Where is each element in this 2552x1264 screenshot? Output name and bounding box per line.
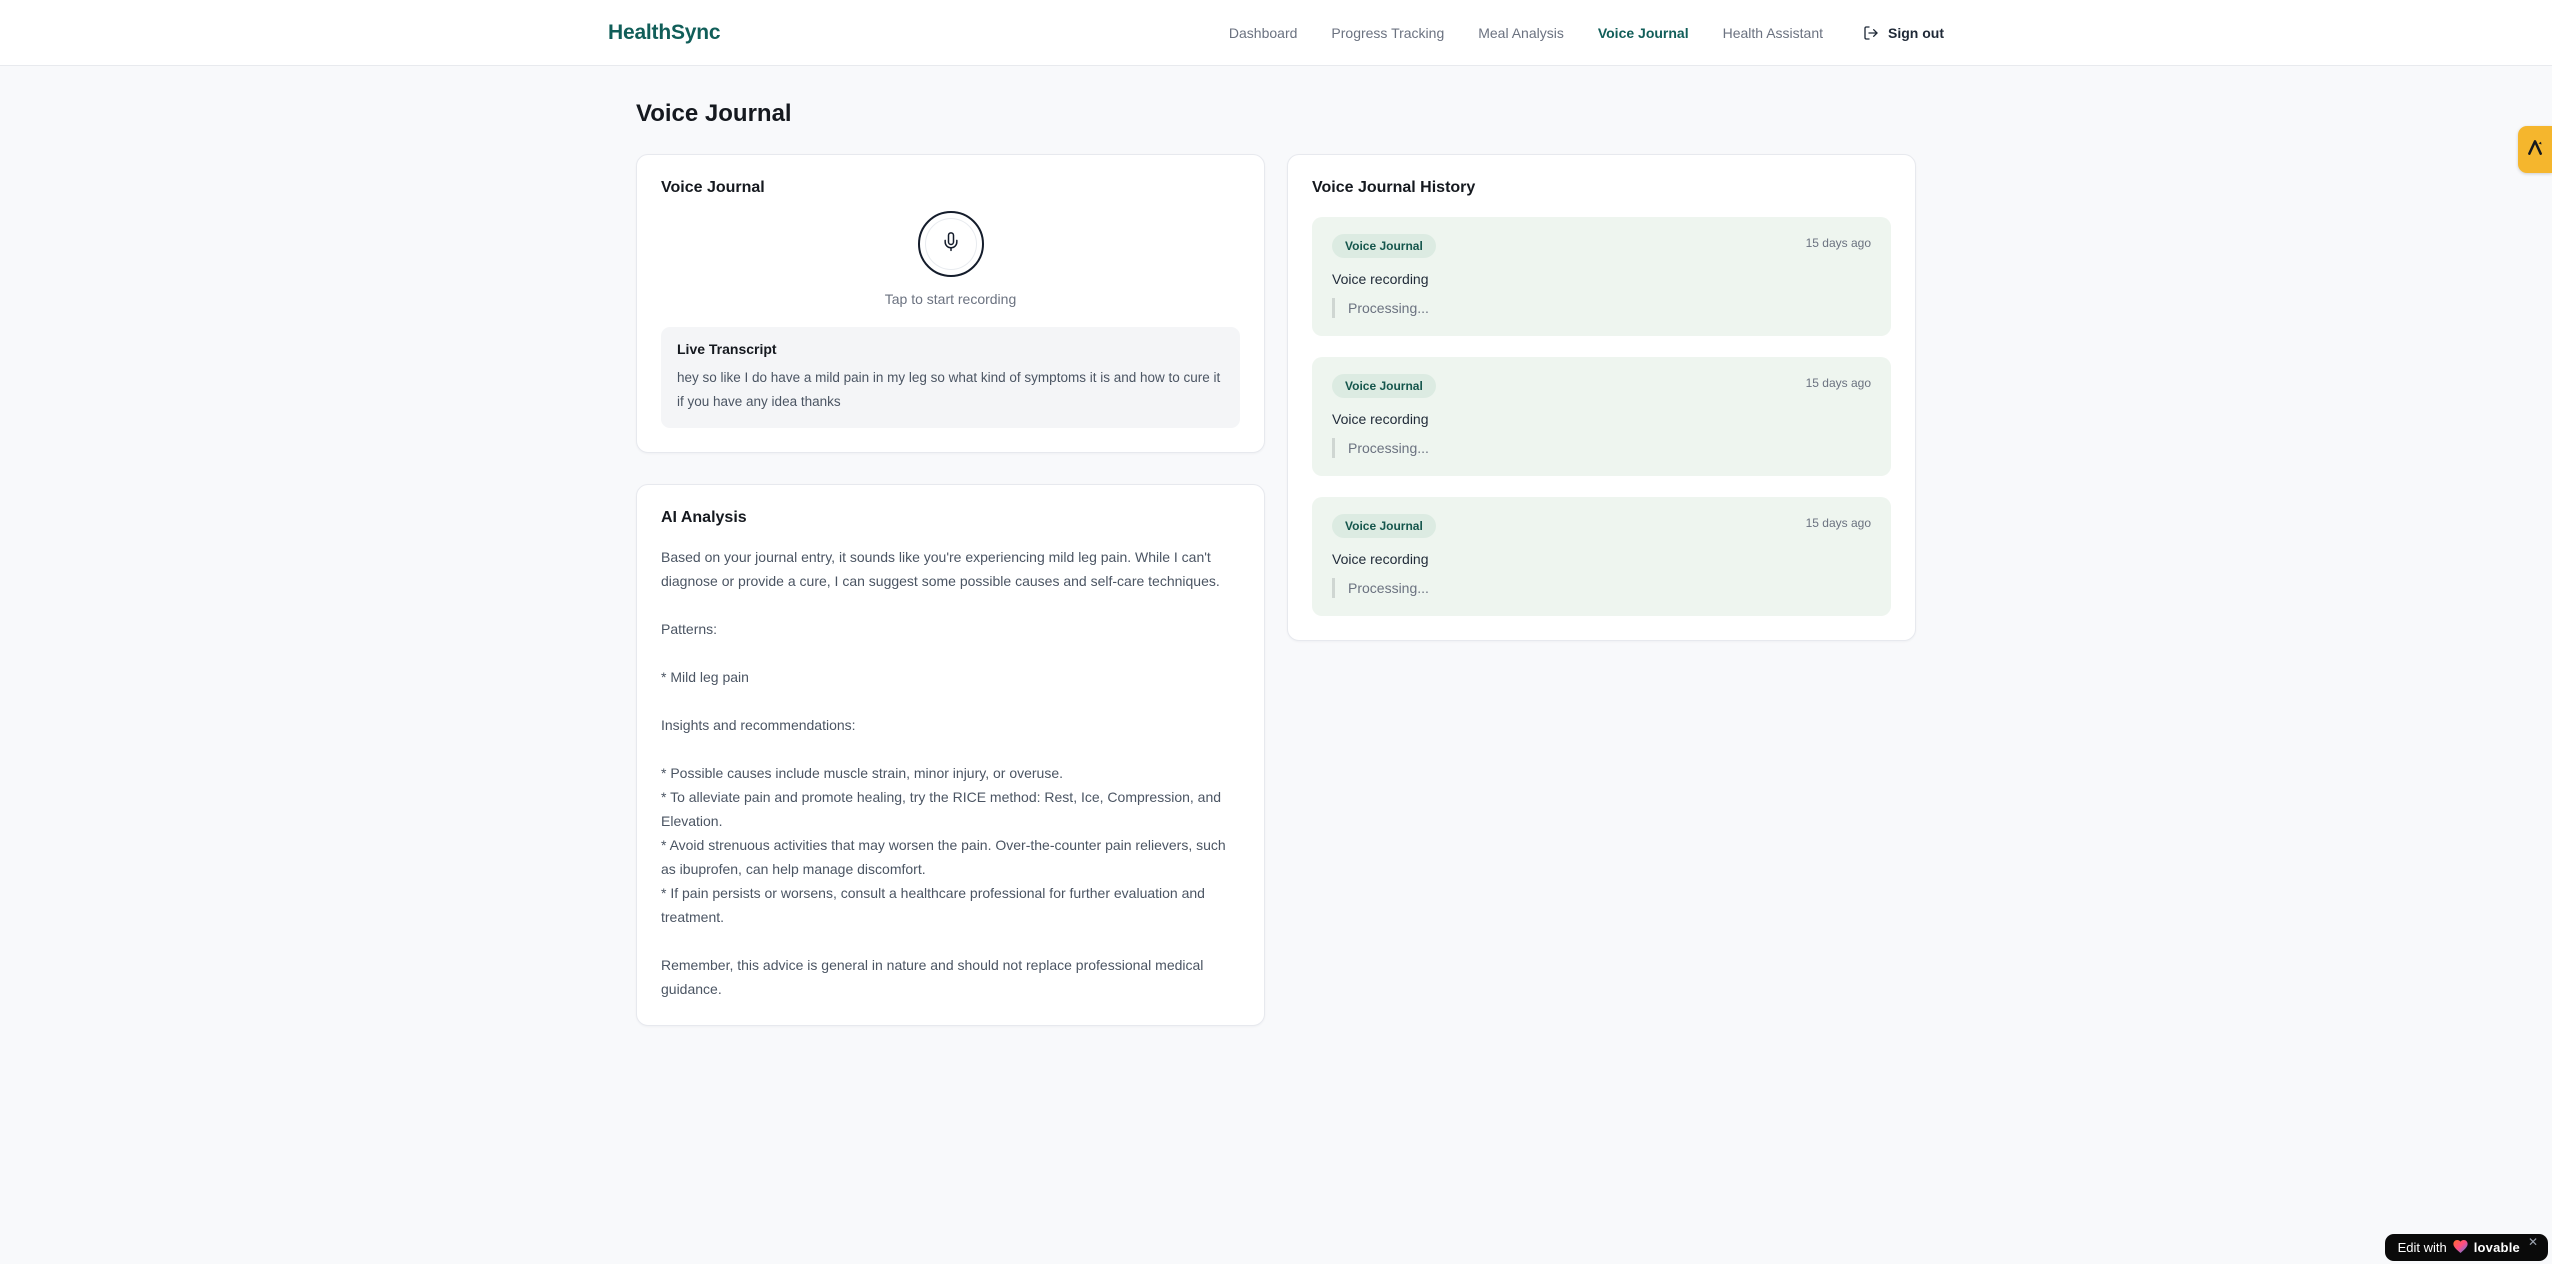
- page-title: Voice Journal: [636, 100, 792, 127]
- ai-analysis-body: Based on your journal entry, it sounds l…: [661, 545, 1240, 1001]
- main-nav: Dashboard Progress Tracking Meal Analysi…: [1229, 25, 1944, 41]
- live-transcript-box: Live Transcript hey so like I do have a …: [661, 327, 1240, 428]
- extension-logo-icon: [2526, 138, 2545, 162]
- nav-item-health-assistant[interactable]: Health Assistant: [1723, 25, 1823, 41]
- history-card-title: Voice Journal History: [1312, 179, 1476, 196]
- entry-timestamp: 15 days ago: [1805, 516, 1871, 530]
- entry-summary: Voice recording: [1332, 551, 1429, 567]
- browser-extension-button[interactable]: [2518, 126, 2552, 173]
- entry-processing-status: Processing...: [1332, 298, 1871, 318]
- entry-type-badge: Voice Journal: [1332, 234, 1436, 258]
- analysis-paragraph: Insights and recommendations:: [661, 717, 856, 733]
- analysis-paragraph: Remember, this advice is general in natu…: [661, 957, 1204, 997]
- nav-item-progress-tracking[interactable]: Progress Tracking: [1331, 25, 1444, 41]
- logout-icon: [1863, 25, 1879, 41]
- nav-item-meal-analysis[interactable]: Meal Analysis: [1478, 25, 1564, 41]
- microphone-icon: [941, 231, 961, 257]
- history-entry[interactable]: Voice Journal 15 days ago Voice recordin…: [1312, 497, 1891, 616]
- right-column: Voice Journal History Voice Journal 15 d…: [1287, 154, 1916, 641]
- sign-out-label: Sign out: [1888, 24, 1944, 41]
- entry-timestamp: 15 days ago: [1805, 376, 1871, 390]
- top-nav-bar: HealthSync Dashboard Progress Tracking M…: [0, 0, 2552, 66]
- history-entry[interactable]: Voice Journal 15 days ago Voice recordin…: [1312, 357, 1891, 476]
- nav-item-dashboard[interactable]: Dashboard: [1229, 25, 1298, 41]
- lovable-brand-label: lovable: [2473, 1240, 2520, 1255]
- live-transcript-title: Live Transcript: [677, 341, 777, 357]
- recorder-card-title: Voice Journal: [661, 179, 765, 196]
- app-logo[interactable]: HealthSync: [608, 21, 721, 45]
- lovable-prefix-label: Edit with: [2397, 1240, 2447, 1255]
- ai-analysis-card: AI Analysis Based on your journal entry,…: [636, 484, 1265, 1026]
- nav-item-voice-journal[interactable]: Voice Journal: [1598, 25, 1689, 41]
- ai-analysis-title: AI Analysis: [661, 509, 747, 526]
- heart-icon: [2453, 1239, 2468, 1256]
- analysis-paragraph: Based on your journal entry, it sounds l…: [661, 549, 1220, 589]
- entry-processing-status: Processing...: [1332, 578, 1871, 598]
- voice-journal-history-card: Voice Journal History Voice Journal 15 d…: [1287, 154, 1916, 641]
- history-list: Voice Journal 15 days ago Voice recordin…: [1312, 217, 1891, 616]
- main-content: Voice Journal Voice Journal Tap to start…: [0, 66, 2552, 1026]
- voice-journal-card: Voice Journal Tap to start recording Liv…: [636, 154, 1265, 453]
- record-button[interactable]: [917, 211, 984, 277]
- entry-summary: Voice recording: [1332, 271, 1429, 287]
- sign-out-button[interactable]: Sign out: [1863, 25, 1944, 41]
- history-entry[interactable]: Voice Journal 15 days ago Voice recordin…: [1312, 217, 1891, 336]
- entry-summary: Voice recording: [1332, 411, 1429, 427]
- analysis-paragraph: Patterns:: [661, 621, 718, 637]
- left-column: Voice Journal Tap to start recording Liv…: [636, 154, 1265, 1026]
- entry-timestamp: 15 days ago: [1805, 236, 1871, 250]
- tap-to-record-hint: Tap to start recording: [884, 291, 1017, 307]
- live-transcript-text: hey so like I do have a mild pain in my …: [677, 370, 1221, 409]
- entry-processing-status: Processing...: [1332, 438, 1871, 458]
- entry-type-badge: Voice Journal: [1332, 374, 1436, 398]
- close-icon[interactable]: ✕: [2528, 1236, 2538, 1248]
- analysis-paragraph: * Possible causes include muscle strain,…: [661, 765, 1226, 925]
- analysis-paragraph: * Mild leg pain: [661, 669, 749, 685]
- entry-type-badge: Voice Journal: [1332, 514, 1436, 538]
- lovable-edit-badge[interactable]: Edit with lovable ✕: [2384, 1234, 2548, 1261]
